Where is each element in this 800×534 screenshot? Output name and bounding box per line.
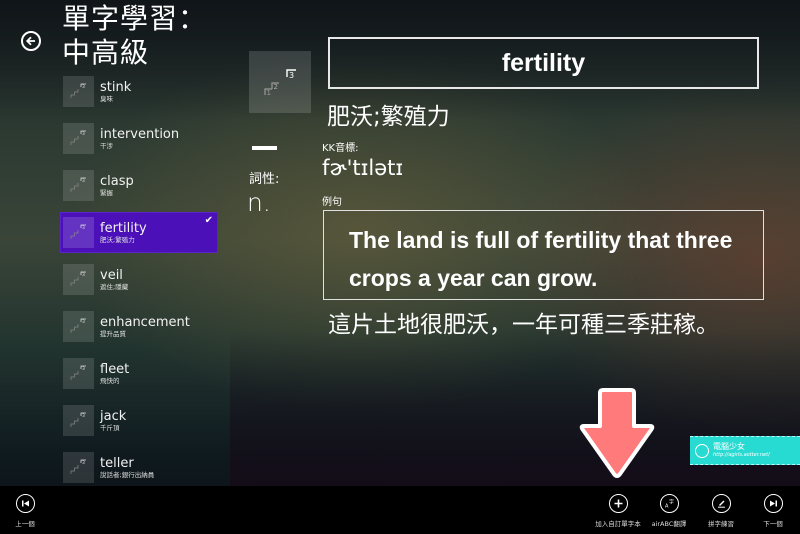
annotation-down-arrow-icon: [579, 388, 655, 478]
svg-text:3: 3: [289, 71, 294, 80]
kk-phonetic-label: KK音標:: [322, 143, 359, 154]
kk-phonetic-value: fɚ'tɪlətɪ: [322, 156, 404, 180]
back-arrow-icon: [25, 36, 35, 46]
svg-text:3: 3: [82, 460, 85, 466]
part-of-speech-value: n.: [247, 188, 271, 217]
previous-label: 上一個: [15, 520, 35, 528]
level-steps-icon: 3: [70, 412, 86, 427]
level-thumbnail: 1 2 3: [249, 51, 311, 113]
word-list-item-word: enhancement: [100, 314, 190, 330]
word-list-item[interactable]: 3 jack 千斤頂: [60, 400, 218, 441]
level-steps-icon: 3: [70, 318, 86, 333]
word-thumbnail: 3: [63, 311, 94, 342]
level-steps-icon: 3: [70, 224, 86, 239]
level-steps-icon: 3: [70, 177, 86, 192]
word-thumbnail: 3: [63, 405, 94, 436]
level-steps-icon: 3: [70, 271, 86, 286]
word-thumbnail: 3: [63, 358, 94, 389]
watermark-badge: 電腦少女 http://agirls.aotter.net/: [690, 436, 800, 465]
svg-text:3: 3: [82, 84, 85, 90]
part-of-speech-label: 詞性:: [249, 172, 280, 187]
add-to-wordbook-label: 加入自訂單字本: [595, 520, 641, 528]
svg-text:1: 1: [267, 89, 271, 97]
word-list-item[interactable]: 3 clasp 緊握: [60, 165, 218, 206]
example-sentence: The land is full of fertility that three…: [323, 210, 764, 300]
translate-icon: A字: [665, 499, 674, 510]
watermark-name: 電腦少女: [713, 441, 745, 451]
spelling-practice-button[interactable]: 拼字練習: [693, 494, 749, 528]
word-list-item-meaning: 臭味: [100, 94, 113, 103]
level-steps-icon: 3: [70, 459, 86, 474]
word-list-item-word: jack: [100, 408, 127, 424]
svg-text:3: 3: [82, 319, 85, 325]
word-list-item-meaning: 緊握: [100, 188, 113, 197]
svg-text:3: 3: [82, 178, 85, 184]
page-title-line2: 中高級: [62, 36, 150, 69]
word-list-item[interactable]: 3 stink 臭味: [60, 71, 218, 112]
word-thumbnail: 3: [63, 217, 94, 248]
checkmark-icon: ✔: [204, 215, 213, 226]
svg-text:3: 3: [82, 413, 85, 419]
word-thumbnail: 3: [63, 123, 94, 154]
word-list-item-word: veil: [100, 267, 123, 283]
svg-text:字: 字: [669, 499, 674, 506]
skip-next-icon: [769, 500, 777, 507]
word-list-item-meaning: 提升品質: [100, 329, 126, 338]
word-list-item[interactable]: 3 intervention 干涉: [60, 118, 218, 159]
level-steps-icon: 3: [70, 130, 86, 145]
word-list-item[interactable]: 3 teller 說話者;銀行出納員: [60, 447, 218, 488]
svg-text:3: 3: [82, 131, 85, 137]
word-list-item-word: clasp: [100, 173, 134, 189]
level-steps-icon: 3: [70, 83, 86, 98]
word-list-item-meaning: 干涉: [100, 141, 113, 150]
spelling-practice-label: 拼字練習: [708, 520, 734, 528]
next-button[interactable]: 下一個: [745, 494, 800, 528]
translate-button[interactable]: A字 airABC翻譯: [641, 494, 697, 528]
previous-button[interactable]: 上一個: [0, 494, 53, 528]
svg-text:3: 3: [82, 366, 85, 372]
word-list-item[interactable]: 3 fleet 飛快的: [60, 353, 218, 394]
level-steps-icon: 3: [70, 365, 86, 380]
skip-previous-icon: [21, 500, 29, 507]
divider-dash: [252, 146, 277, 150]
word-list-item-meaning: 飛快的: [100, 376, 120, 385]
word-list-item-meaning: 千斤頂: [100, 423, 120, 432]
word-list-item[interactable]: 3 fertility 肥沃;繁殖力 ✔: [60, 212, 218, 253]
example-translation: 這片土地很肥沃，一年可種三季莊稼。: [328, 312, 719, 338]
word-list: 3 stink 臭味 3 intervention 干涉 3 clasp 緊握 3 fertilit…: [60, 71, 218, 494]
translate-label: airABC翻譯: [651, 520, 687, 528]
word-list-item-word: teller: [100, 455, 134, 471]
word-thumbnail: 3: [63, 264, 94, 295]
svg-text:3: 3: [82, 272, 85, 278]
example-label: 例句: [322, 197, 342, 208]
word-heading: fertility: [328, 37, 759, 89]
app-bar: 上一個 加入自訂單字本 A字 airABC翻譯 拼字練習 下一個: [0, 486, 800, 534]
page-title: 單字學習： 中高級: [62, 2, 207, 70]
word-list-item-word: stink: [100, 79, 132, 95]
word-list-item[interactable]: 3 veil 遮住;隱藏: [60, 259, 218, 300]
word-meaning: 肥沃;繁殖力: [327, 104, 450, 130]
word-thumbnail: 3: [63, 170, 94, 201]
back-button[interactable]: [21, 31, 41, 51]
word-list-item-word: fleet: [100, 361, 130, 377]
svg-text:3: 3: [82, 225, 85, 231]
svg-text:2: 2: [274, 83, 278, 91]
word-list-item-word: intervention: [100, 126, 180, 142]
word-list-item-word: fertility: [100, 220, 147, 236]
page-title-line1: 單字學習：: [62, 2, 208, 35]
word-list-item-meaning: 說話者;銀行出納員: [100, 470, 155, 479]
word-list-item[interactable]: 3 enhancement 提升品質: [60, 306, 218, 347]
word-thumbnail: 3: [63, 76, 94, 107]
pen-icon: [717, 500, 725, 508]
plus-icon: [614, 499, 622, 508]
add-to-wordbook-button[interactable]: 加入自訂單字本: [590, 494, 646, 528]
word-list-item-meaning: 肥沃;繁殖力: [100, 235, 135, 244]
watermark-logo-icon: [695, 443, 709, 458]
next-label: 下一個: [763, 520, 783, 528]
word-list-item-meaning: 遮住;隱藏: [100, 282, 129, 291]
watermark-url: http://agirls.aotter.net/: [713, 451, 770, 458]
word-thumbnail: 3: [63, 452, 94, 483]
level-steps-icon: 1 2 3: [264, 69, 296, 97]
